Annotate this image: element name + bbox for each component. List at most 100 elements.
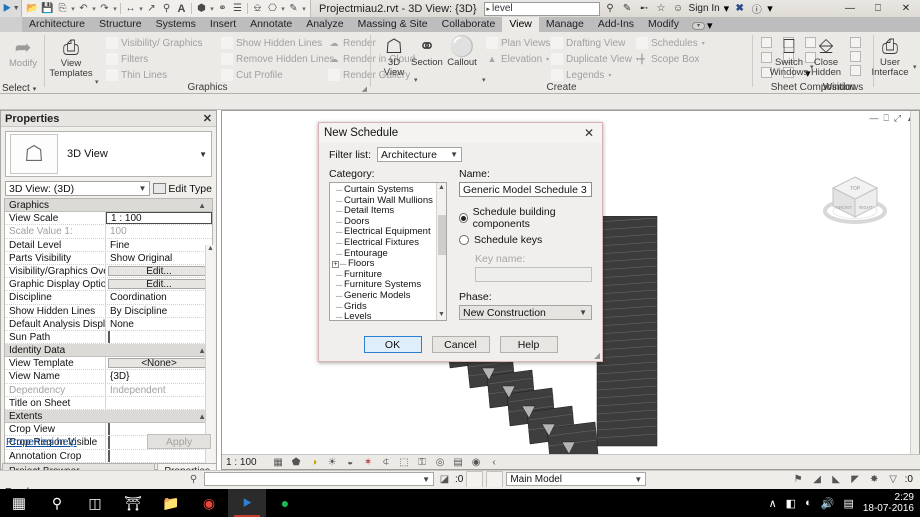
- select-elements-by-face-icon[interactable]: ◤: [848, 474, 863, 485]
- close-button[interactable]: ✕: [892, 0, 920, 17]
- default-3d-view-icon[interactable]: ⬢: [194, 1, 209, 16]
- exclude-options-icon[interactable]: ◪: [437, 474, 452, 485]
- resize-grip-icon[interactable]: ◢: [594, 351, 600, 360]
- shadows-icon[interactable]: ◒: [344, 457, 357, 468]
- scroll-down-icon[interactable]: ▼: [437, 310, 446, 320]
- taskbar-clock[interactable]: 2:29 18-07-2016: [863, 492, 914, 514]
- temporary-view-properties-icon[interactable]: ◉: [470, 457, 483, 468]
- action-center-icon[interactable]: ▤: [843, 497, 853, 510]
- cascade-windows-icon[interactable]: [850, 51, 861, 62]
- graphics-panel-expander-icon[interactable]: ◢: [362, 85, 367, 93]
- volume-icon[interactable]: 🔊: [821, 497, 835, 510]
- property-value[interactable]: Fine: [106, 239, 212, 251]
- properties-group-graphics[interactable]: Graphics ▲: [5, 199, 212, 213]
- close-icon[interactable]: ✕: [581, 126, 597, 140]
- edit-button[interactable]: Edit...: [108, 279, 210, 290]
- filter-list-dropdown[interactable]: Architecture ▼: [377, 147, 462, 162]
- property-row-show-hidden-lines[interactable]: Show Hidden Lines By Discipline: [5, 304, 212, 318]
- property-value[interactable]: By Discipline: [106, 305, 212, 317]
- tab-add-ins[interactable]: Add-Ins: [591, 17, 641, 32]
- properties-help-link[interactable]: Properties help: [6, 436, 77, 448]
- maximize-button[interactable]: ⎕: [864, 0, 892, 17]
- spotify-icon[interactable]: ●: [266, 489, 304, 517]
- communication-center-icon[interactable]: ➸: [638, 3, 651, 14]
- start-button[interactable]: ▦: [0, 489, 38, 517]
- search-input[interactable]: ▸ level: [483, 1, 600, 16]
- tile-windows-icon[interactable]: [850, 37, 861, 48]
- user-interface-button[interactable]: ⎙ User Interface: [867, 37, 913, 78]
- chevron-down-icon[interactable]: ▼: [199, 150, 207, 159]
- filters-item[interactable]: Filters: [106, 53, 148, 65]
- expand-plus-icon[interactable]: +: [332, 260, 339, 268]
- replicate-window-icon[interactable]: [850, 65, 861, 76]
- app-menu-caret-icon[interactable]: ▼: [13, 5, 20, 12]
- design-options-icon[interactable]: [486, 470, 504, 488]
- ok-button[interactable]: OK: [363, 336, 422, 353]
- ribbon-minimize-caret-icon[interactable]: ▾: [707, 19, 713, 32]
- thin-lines-icon[interactable]: ☰: [230, 1, 245, 16]
- tab-annotate[interactable]: Annotate: [243, 17, 299, 32]
- property-value[interactable]: None: [106, 318, 212, 330]
- help-button[interactable]: Help: [499, 336, 558, 353]
- sign-in-button[interactable]: Sign In: [689, 3, 720, 14]
- user-icon[interactable]: ☺: [672, 3, 685, 14]
- close-hidden-button[interactable]: ⎒ Close Hidden: [803, 37, 849, 78]
- property-row-sun-path[interactable]: Sun Path: [5, 330, 212, 345]
- scale-icon[interactable]: ▦: [272, 457, 285, 468]
- exchange-apps-icon[interactable]: ✖: [733, 3, 746, 14]
- sign-in-caret-icon[interactable]: ▾: [724, 2, 730, 15]
- restore-view-icon[interactable]: ⎕: [883, 113, 888, 124]
- status-filter-input[interactable]: ▼: [204, 472, 434, 486]
- scrollbar-thumb[interactable]: [438, 215, 446, 255]
- duplicate-view-item[interactable]: Duplicate View ▾: [551, 53, 639, 65]
- render-item[interactable]: ☁ Render: [328, 37, 376, 49]
- tab-systems[interactable]: Systems: [149, 17, 203, 32]
- radio-schedule-keys[interactable]: Schedule keys: [459, 234, 592, 246]
- visual-style-icon[interactable]: ◑: [308, 457, 321, 468]
- show-hidden-icons-icon[interactable]: ∧: [769, 497, 777, 510]
- radio-button[interactable]: [459, 213, 468, 223]
- network-icon[interactable]: ◐: [805, 497, 812, 509]
- property-row-graphic-display-options[interactable]: Graphic Display Options Edit...: [5, 278, 212, 292]
- legends-item[interactable]: Legends ▾: [551, 69, 611, 81]
- cut-profile-item[interactable]: Cut Profile: [221, 69, 283, 81]
- ribbon-minimize-icon[interactable]: ▾: [691, 21, 705, 30]
- tab-insert[interactable]: Insert: [203, 17, 243, 32]
- properties-group-identity-data[interactable]: Identity Data ▲: [5, 344, 212, 358]
- expand-view-bar-icon[interactable]: ‹: [488, 457, 501, 468]
- view-scale-label[interactable]: 1 : 100: [226, 457, 257, 468]
- tab-analyze[interactable]: Analyze: [299, 17, 350, 32]
- scroll-up-icon[interactable]: ▲: [437, 183, 446, 193]
- open-icon[interactable]: 📂: [25, 1, 40, 16]
- tab-manage[interactable]: Manage: [539, 17, 591, 32]
- radio-schedule-building-components[interactable]: Schedule building components: [459, 206, 592, 230]
- ribbon-minimize-control[interactable]: ▾ ▾: [691, 19, 713, 32]
- visibility-graphics-item[interactable]: Visibility/ Graphics: [106, 37, 203, 49]
- callout-button[interactable]: ⚪ Callout: [439, 37, 485, 68]
- measure-icon[interactable]: ↔: [123, 1, 138, 16]
- file-explorer-icon[interactable]: 📁: [152, 489, 190, 517]
- save-icon[interactable]: 💾: [40, 1, 55, 16]
- view-cube[interactable]: TOP FRONT RIGHT: [813, 159, 897, 233]
- chevron-up-icon[interactable]: ▲: [198, 199, 212, 211]
- lock-3d-view-icon[interactable]: ⚿: [416, 457, 429, 468]
- undo-icon[interactable]: ↶: [76, 1, 91, 16]
- reveal-hidden-elements-icon[interactable]: ▤: [452, 457, 465, 468]
- help-icon[interactable]: ⓘ: [750, 1, 763, 16]
- properties-instance-selector[interactable]: 3D View: (3D) ▼: [5, 181, 151, 196]
- tab-massing-and-site[interactable]: Massing & Site: [351, 17, 435, 32]
- tab-view[interactable]: View: [502, 17, 539, 32]
- help-caret-icon[interactable]: ▾: [767, 2, 773, 15]
- battery-icon[interactable]: ◧: [786, 497, 796, 510]
- edit-type-button[interactable]: Edit Type: [153, 183, 212, 195]
- tab-modify[interactable]: Modify: [641, 17, 686, 32]
- elevation-item[interactable]: ▲ Elevation ▾: [486, 53, 550, 65]
- redo-icon[interactable]: ↷: [97, 1, 112, 16]
- filter-icon[interactable]: ▽: [886, 474, 901, 485]
- tree-item-levels[interactable]: ─ Levels: [330, 311, 446, 320]
- crop-view-icon[interactable]: ⍧: [380, 457, 393, 468]
- customize-qat-icon[interactable]: ✎: [286, 1, 301, 16]
- remove-hidden-lines-item[interactable]: Remove Hidden Lines: [221, 53, 334, 65]
- model-selector[interactable]: Main Model ▼: [506, 472, 647, 486]
- user-interface-caret-icon[interactable]: ▾: [913, 63, 917, 71]
